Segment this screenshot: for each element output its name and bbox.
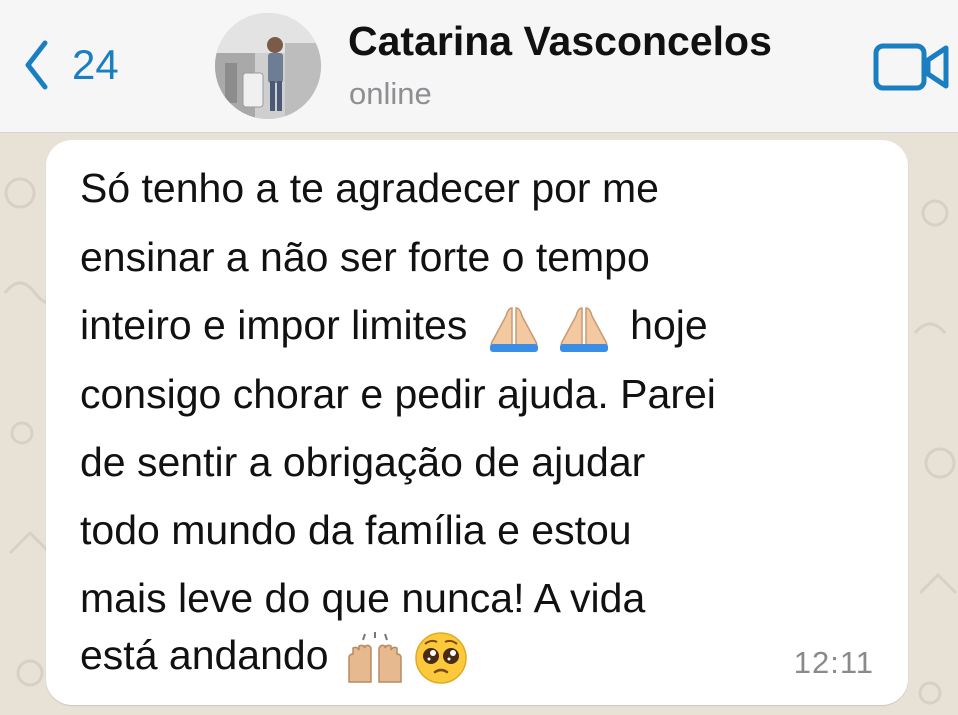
contact-name[interactable]: Catarina Vasconcelos (348, 18, 772, 65)
chat-header: 24 Catarina Vasconcelos online (0, 0, 958, 133)
message-line: mais leve do que nunca! A vida (80, 575, 646, 621)
chevron-left-icon (24, 40, 48, 90)
message-line-with-emoji: inteiro e impor limites hoje (80, 301, 708, 353)
contact-status: online (349, 76, 432, 111)
avatar[interactable] (215, 13, 321, 119)
pleading-face-icon (413, 630, 469, 686)
folded-hands-icon (552, 304, 616, 353)
message-line: ensinar a não ser forte o tempo (80, 234, 650, 280)
message-line: consigo chorar e pedir ajuda. Parei (80, 371, 716, 417)
message-line: de sentir a obrigação de ajudar (80, 439, 646, 485)
message-line-with-emoji: está andando (80, 630, 472, 686)
message-text: inteiro e impor limites (80, 302, 468, 348)
unread-count: 24 (72, 41, 119, 88)
video-call-icon (872, 43, 952, 98)
back-button[interactable]: 24 (24, 30, 119, 100)
raising-hands-icon (343, 632, 407, 684)
message-line: Só tenho a te agradecer por me (80, 165, 659, 211)
message-text: está andando (80, 631, 329, 678)
message-bubble[interactable]: Só tenho a te agradecer por me ensinar a… (46, 140, 908, 705)
folded-hands-icon (482, 304, 546, 353)
message-timestamp: 12:11 (793, 645, 874, 680)
message-line: todo mundo da família e estou (80, 507, 632, 553)
video-call-button[interactable] (872, 40, 952, 94)
message-text: hoje (630, 302, 708, 348)
